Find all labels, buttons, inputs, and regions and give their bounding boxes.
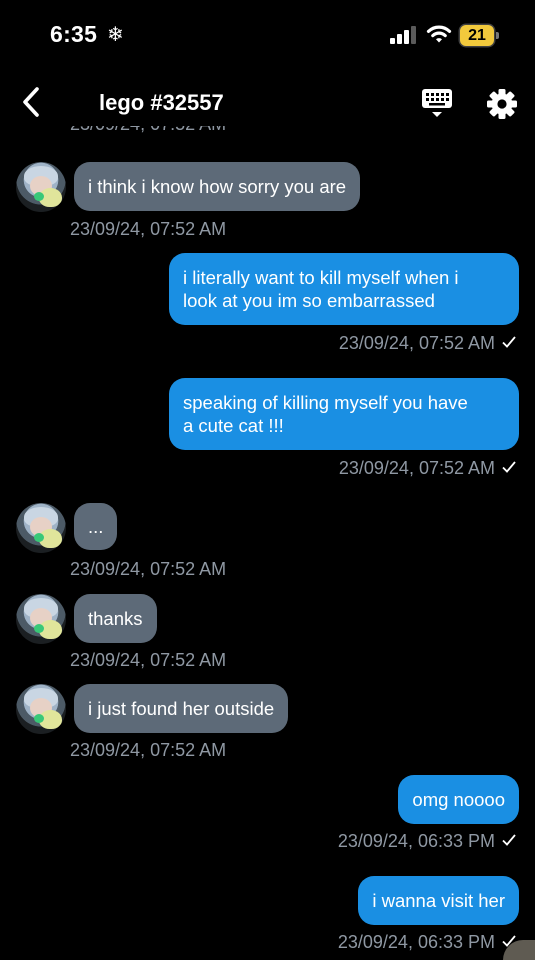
read-check-icon [502,336,516,348]
message-timestamp: 23/09/24, 06:33 PM [338,932,517,953]
read-check-icon [502,461,516,473]
message-timestamp: 23/09/24, 07:52 AM [70,559,227,579]
outgoing-message-bubble[interactable]: speaking of killing myself you have a cu… [169,378,519,450]
message-timestamp: 23/09/24, 07:52 AM [70,650,227,670]
message-timestamp: 23/09/24, 07:52 AM [70,740,227,760]
message-list[interactable]: 23/09/24, 07:52 AM i think i know how so… [0,0,535,960]
incoming-message-bubble[interactable]: ... [74,503,118,550]
message-timestamp: 23/09/24, 07:52 AM [70,219,227,239]
contact-avatar[interactable] [16,684,66,734]
message-text-line: a cute cat !!! [183,415,284,436]
outgoing-message-bubble[interactable]: i literally want to kill myself when i l… [169,253,519,325]
read-check-icon [502,834,516,846]
message-timestamp: 23/09/24, 07:52 AM [339,458,517,479]
message-text-line: look at you im so embarrassed [183,290,435,311]
outgoing-message-bubble[interactable]: omg noooo [398,775,519,824]
message-text-line: i literally want to kill myself when i [183,267,459,288]
message-timestamp: 23/09/24, 06:33 PM [338,831,517,852]
incoming-message-bubble[interactable]: i just found her outside [74,684,289,733]
contact-avatar[interactable] [16,162,66,212]
message-timestamp: 23/09/24, 07:52 AM [339,333,517,354]
contact-avatar[interactable] [16,503,66,553]
incoming-message-bubble[interactable]: i think i know how sorry you are [74,162,361,211]
contact-avatar[interactable] [16,594,66,644]
message-text-line: speaking of killing myself you have [183,392,468,413]
chat-screen: 6:35 ❄ 21 lego #32557 i think i know how… [0,0,535,960]
message-timestamp: 23/09/24, 07:52 AM [70,126,226,146]
incoming-message-bubble[interactable]: thanks [74,594,157,643]
outgoing-message-bubble[interactable]: i wanna visit her [358,876,519,925]
